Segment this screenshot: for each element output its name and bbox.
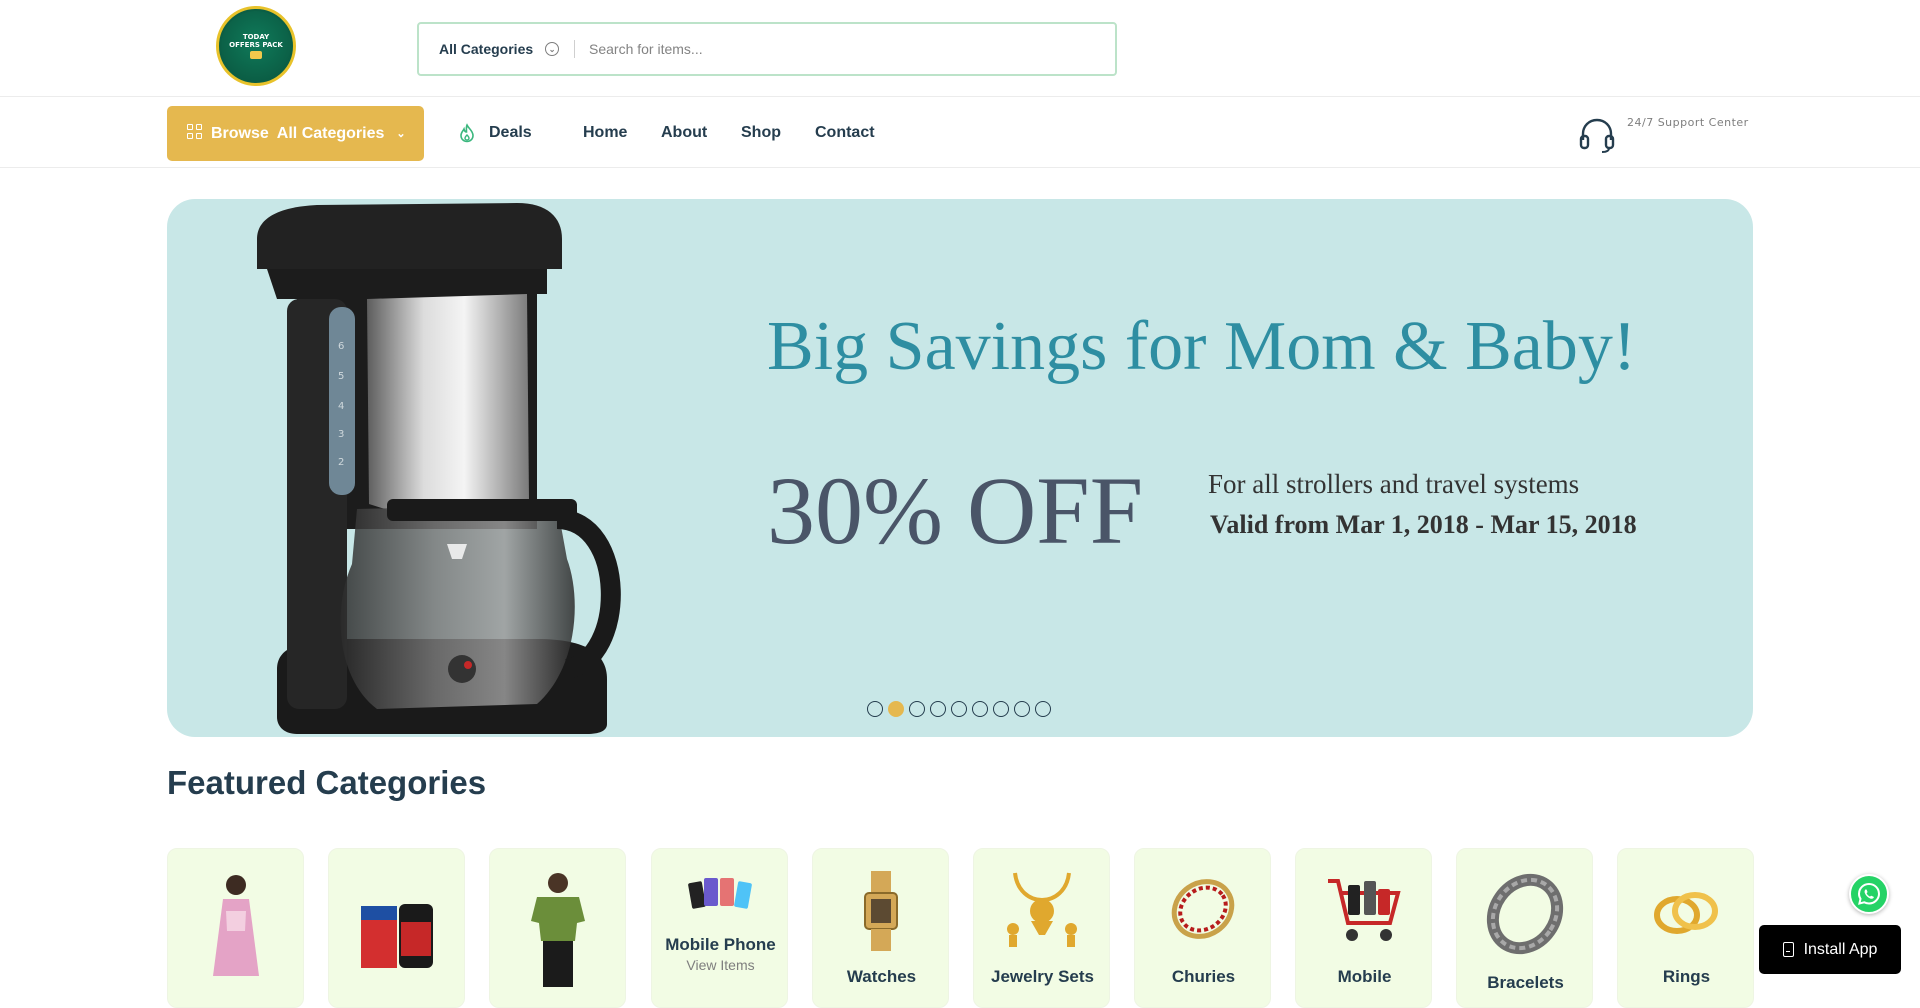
category-name: Rings [1662, 967, 1711, 986]
logo-line-2: OFFERS PACK [229, 41, 283, 49]
nav-link-contact[interactable]: Contact [815, 98, 875, 168]
browse-categories-button[interactable]: Browse All Categories ⌄ [167, 106, 424, 161]
install-app-label: Install App [1803, 940, 1878, 958]
grid-icon [187, 123, 203, 140]
category-name: Mobile [1337, 967, 1392, 986]
svg-text:4: 4 [338, 401, 344, 412]
whatsapp-icon [1857, 882, 1881, 905]
featured-categories-title: Featured Categories [167, 764, 487, 801]
mobile-phone-icon [687, 878, 752, 909]
nav-link-shop[interactable]: Shop [741, 98, 781, 168]
category-name: Churies [1171, 967, 1236, 986]
slider-dot[interactable] [1014, 701, 1030, 717]
svg-text:5: 5 [338, 371, 344, 382]
logo-line-1: TODAY [242, 33, 270, 41]
hero-title: Big Savings for Mom & Baby! [767, 308, 1637, 385]
category-select[interactable]: All Categories ⌄ [439, 24, 560, 74]
hero-discount: 30% OFF [767, 457, 1144, 564]
watch-icon [863, 871, 898, 951]
category-card[interactable]: Watches [812, 848, 949, 1008]
category-card[interactable]: Rings [1617, 848, 1754, 1008]
support-center[interactable]: 24/7 Support Center [1578, 116, 1753, 156]
site-logo[interactable]: TODAY OFFERS PACK [216, 6, 296, 86]
support-text: 24/7 Support Center [1627, 116, 1749, 129]
rings-icon [1653, 892, 1718, 934]
svg-text:2: 2 [338, 457, 344, 468]
nav-link-home[interactable]: Home [583, 98, 627, 168]
chevron-down-icon: ⌄ [396, 128, 406, 140]
health-supplement-icon [360, 904, 433, 968]
whatsapp-button[interactable] [1849, 874, 1889, 914]
category-card[interactable] [328, 848, 465, 1008]
search-divider [574, 40, 575, 58]
hero-slider[interactable]: 6 5 4 3 2 Big Savings for Mom & Baby! 30… [167, 199, 1753, 737]
slider-dot[interactable] [993, 701, 1009, 717]
header-top: TODAY OFFERS PACK All Categories ⌄ [0, 0, 1920, 97]
category-select-label: All Categories [439, 41, 534, 57]
search-input[interactable] [589, 24, 1089, 74]
main-nav: Browse All Categories ⌄ Deals Home About… [0, 98, 1920, 168]
nav-deals[interactable]: Deals [457, 98, 532, 168]
category-name: Watches [846, 967, 917, 986]
tshirt-man-icon [530, 873, 585, 987]
svg-text:3: 3 [338, 429, 344, 440]
category-card[interactable] [489, 848, 626, 1008]
browse-categories-label: All Categories [276, 124, 385, 142]
category-name: Bracelets [1487, 973, 1564, 992]
logo-coin-icon [250, 51, 262, 59]
slider-dot[interactable] [867, 701, 883, 717]
category-name: Jewelry Sets [990, 967, 1094, 986]
coffee-maker-image: 6 5 4 3 2 [257, 203, 621, 734]
nav-deals-label: Deals [489, 124, 532, 141]
hero-subtitle: For all strollers and travel systems [1208, 469, 1580, 499]
headset-icon [1579, 118, 1615, 153]
slider-dot[interactable] [888, 701, 904, 717]
category-view-items[interactable]: View Items [652, 957, 789, 973]
install-app-button[interactable]: Install App [1759, 925, 1901, 974]
category-card[interactable] [167, 848, 304, 1008]
category-card[interactable]: Jewelry Sets [973, 848, 1110, 1008]
slider-dot[interactable] [1035, 701, 1051, 717]
flame-icon [460, 123, 474, 143]
bracelet-icon [1486, 873, 1563, 955]
category-card[interactable]: Mobile [1295, 848, 1432, 1008]
jewelry-set-icon [1006, 872, 1077, 947]
category-card[interactable]: Bracelets [1456, 848, 1593, 1008]
bangles-icon [1171, 879, 1234, 939]
slider-dot[interactable] [951, 701, 967, 717]
slider-dot[interactable] [909, 701, 925, 717]
search-bar: All Categories ⌄ [417, 22, 1117, 76]
mobile-accessories-icon [1327, 879, 1401, 941]
slider-dots [867, 701, 1051, 717]
slider-dot[interactable] [930, 701, 946, 717]
slider-dot[interactable] [972, 701, 988, 717]
category-name: Mobile Phone [665, 935, 776, 954]
svg-text:6: 6 [338, 341, 344, 352]
category-card[interactable]: Mobile Phone View Items [651, 848, 788, 1008]
chevron-down-icon: ⌄ [545, 42, 560, 56]
phone-download-icon [1782, 942, 1794, 957]
dress-icon [212, 875, 259, 976]
category-card[interactable]: Churies [1134, 848, 1271, 1008]
nav-link-about[interactable]: About [661, 98, 707, 168]
hero-validity: Valid from Mar 1, 2018 - Mar 15, 2018 [1210, 510, 1637, 539]
browse-label: Browse [211, 124, 269, 142]
